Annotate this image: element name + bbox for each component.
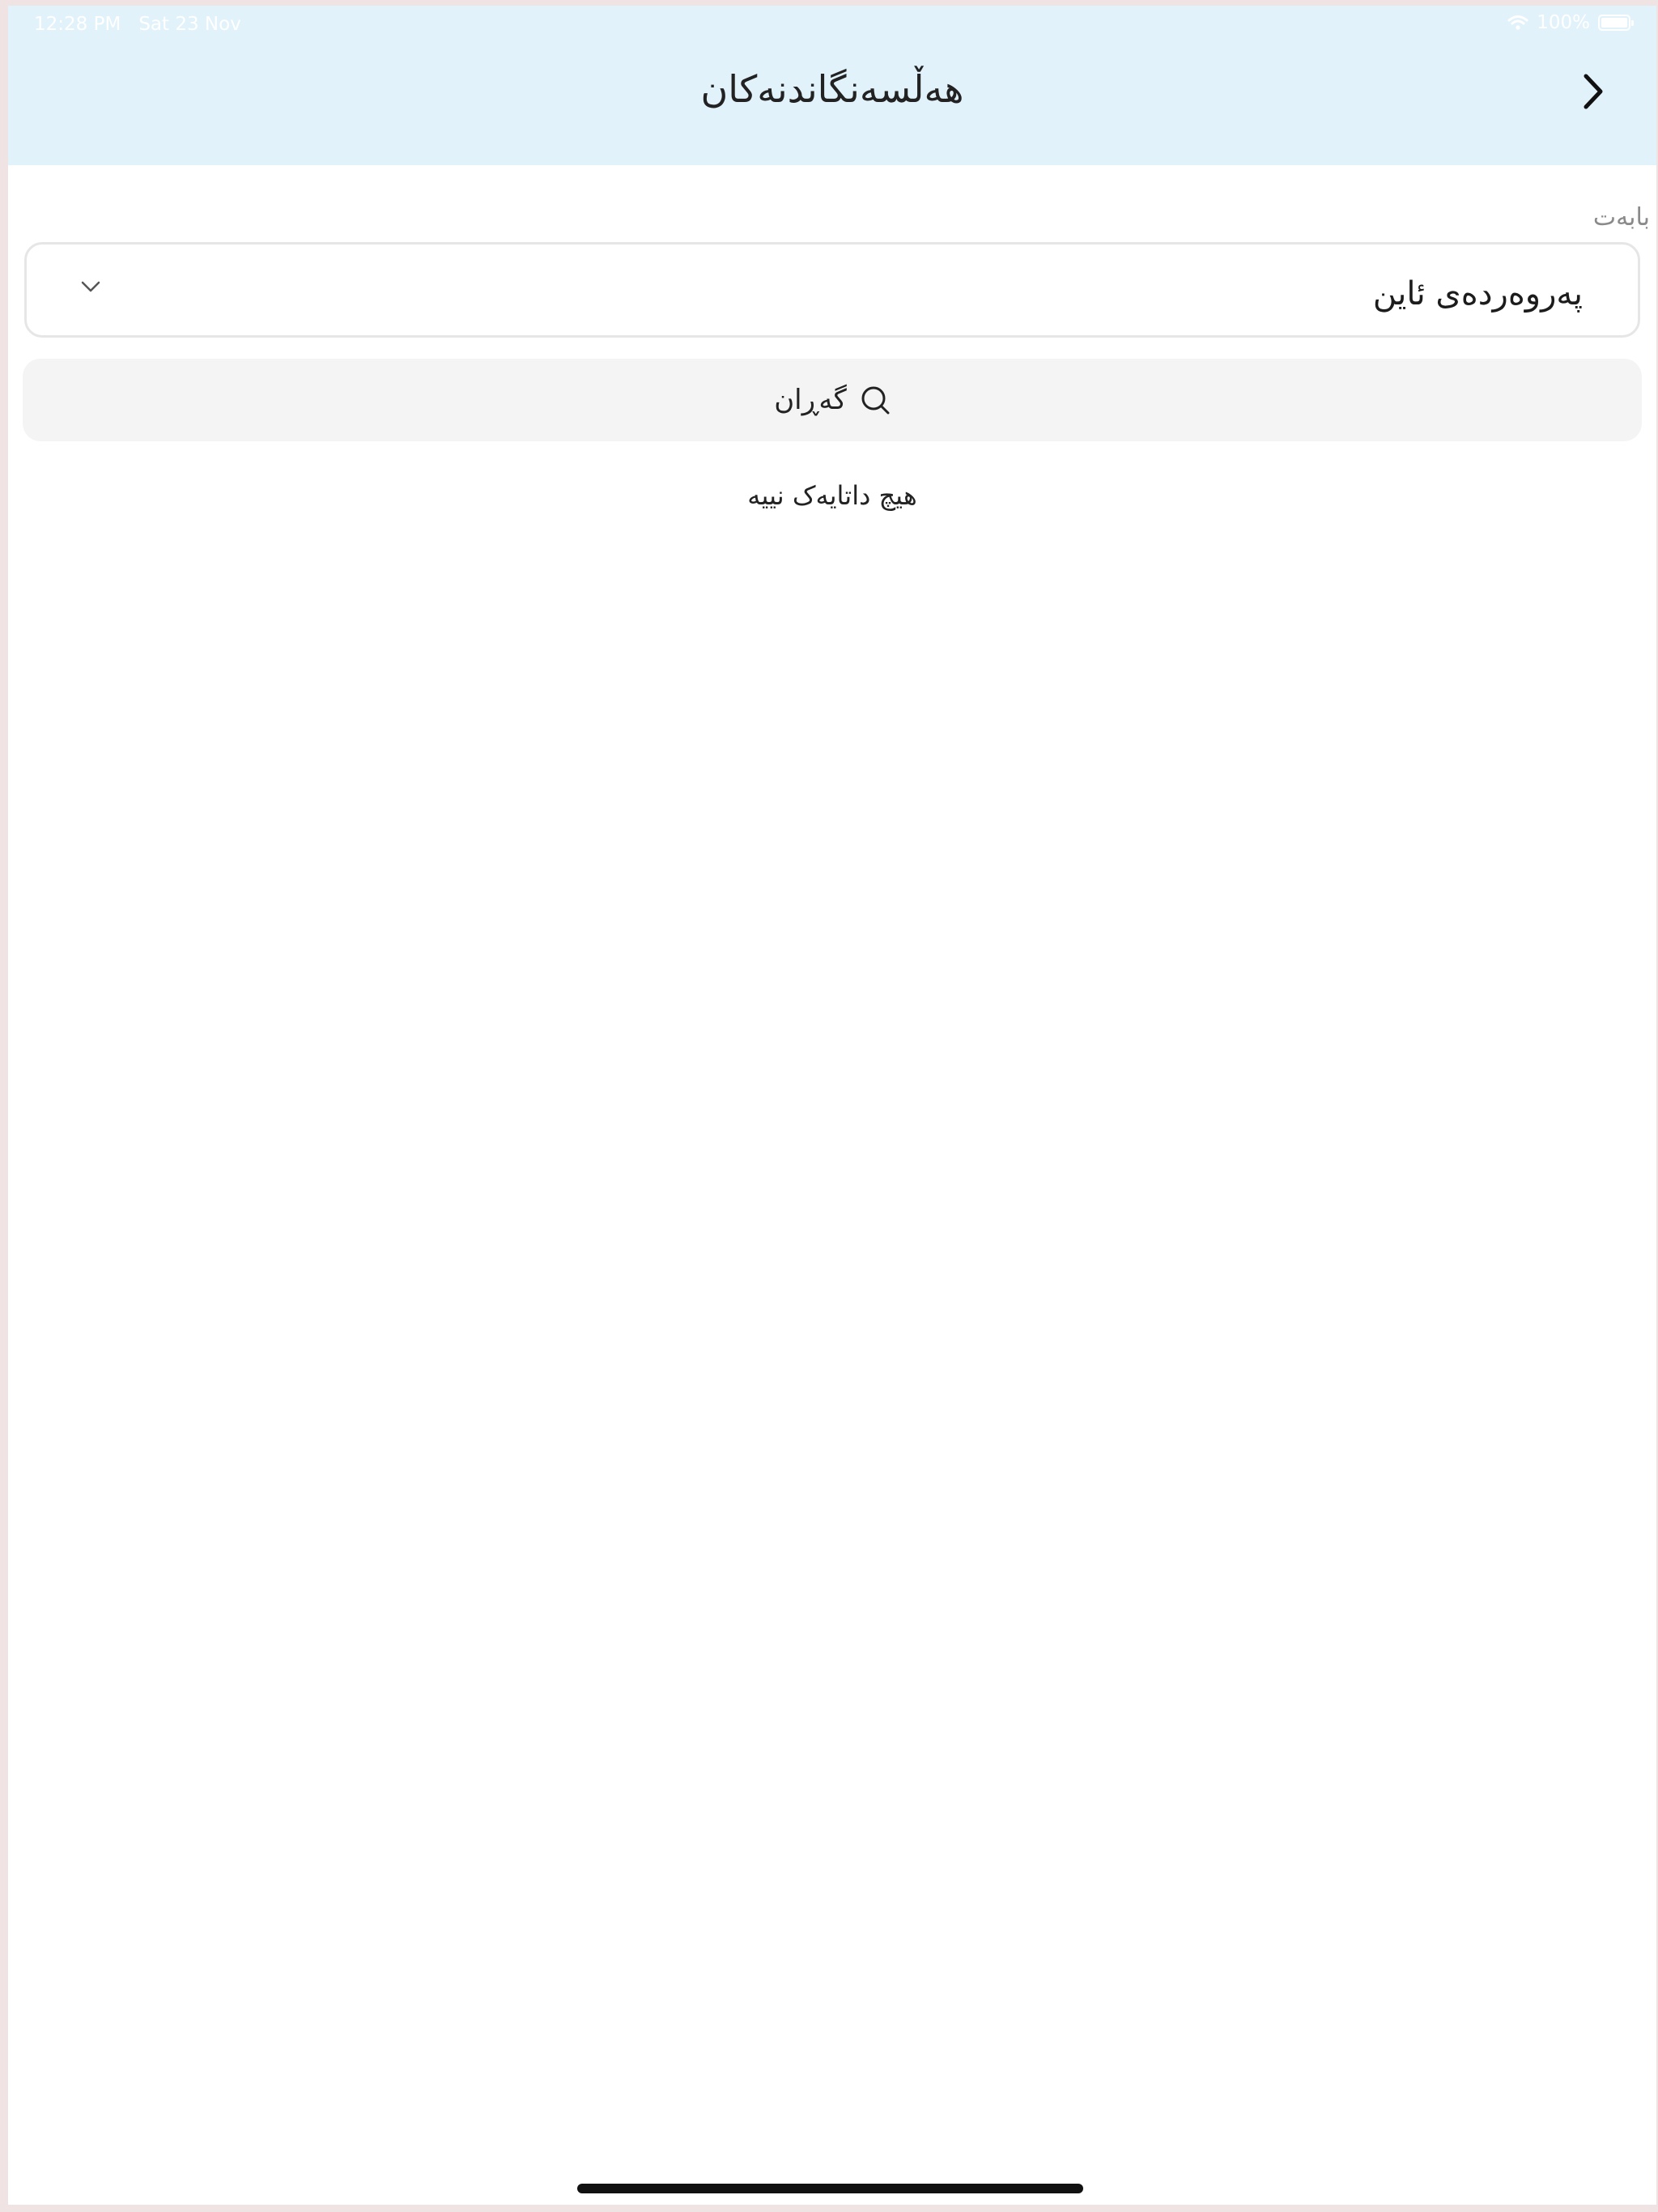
header-bar: 12:28 PM Sat 23 Nov 100% هەڵسەنگاندنەکان [8, 6, 1656, 165]
empty-state-message: هیچ داتایەک نییە [747, 480, 917, 511]
chevron-right-icon [1581, 73, 1605, 113]
search-button-label: گەڕان [774, 384, 847, 416]
subject-label: بابەت [1592, 203, 1650, 232]
home-indicator[interactable] [577, 2184, 1083, 2193]
back-button[interactable] [1577, 72, 1609, 114]
search-icon [860, 385, 891, 415]
chevron-down-icon [80, 280, 101, 293]
status-bar-left: 12:28 PM Sat 23 Nov [34, 14, 241, 35]
battery-percentage: 100% [1537, 12, 1590, 33]
wifi-icon [1507, 15, 1528, 31]
status-date: Sat 23 Nov [138, 14, 241, 35]
status-bar-right: 100% [1507, 12, 1634, 33]
page-title: هەڵسەنگاندنەکان [700, 67, 964, 111]
status-time: 12:28 PM [34, 14, 121, 35]
subject-dropdown[interactable]: پەروەردەی ئاین [24, 242, 1640, 338]
app-screen: 12:28 PM Sat 23 Nov 100% هەڵسەنگاندنەکان [8, 6, 1656, 2205]
battery-level [1601, 18, 1627, 28]
subject-selected-value: پەروەردەی ئاین [1372, 275, 1583, 313]
battery-icon [1598, 15, 1634, 31]
search-button[interactable]: گەڕان [23, 359, 1642, 441]
